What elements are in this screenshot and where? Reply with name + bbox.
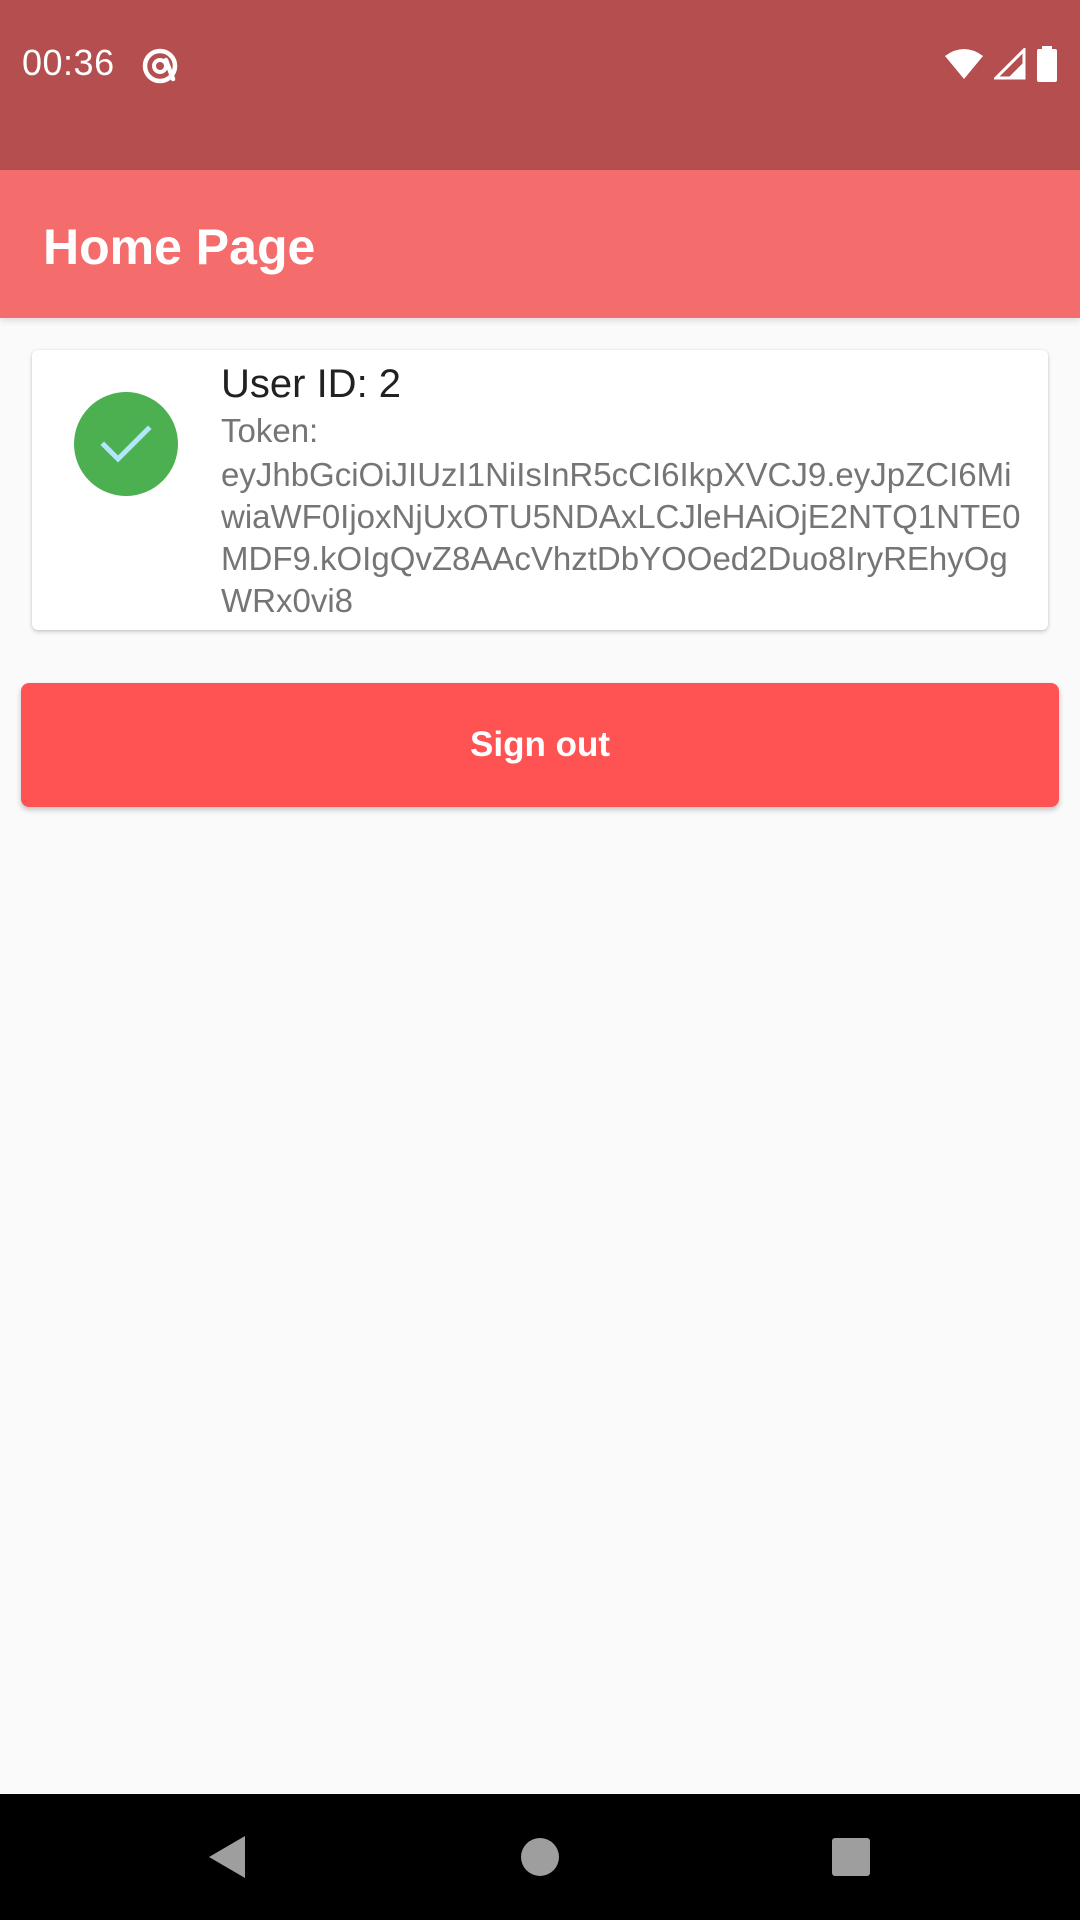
status-icons: [944, 45, 1058, 87]
token-label: Token:: [221, 412, 319, 449]
user-card: User ID: 2 Token: eyJhbGciOiJIUzI1NiIsIn…: [32, 350, 1048, 630]
status-time: 00:36: [22, 42, 115, 83]
check-icon: [100, 425, 152, 463]
user-id-text: User ID: 2: [221, 362, 402, 406]
navigation-bar: [0, 1794, 1080, 1920]
at-sign-icon: [140, 46, 180, 86]
battery-icon: [1036, 45, 1058, 87]
status-bar: 00:36: [0, 0, 1080, 170]
sign-out-label: Sign out: [470, 725, 610, 764]
back-icon[interactable]: [205, 1832, 255, 1882]
home-icon[interactable]: [516, 1832, 566, 1882]
cell-signal-icon: [992, 45, 1026, 85]
sign-out-button[interactable]: Sign out: [21, 683, 1059, 807]
avatar: [74, 392, 178, 496]
page-title: Home Page: [43, 219, 316, 275]
wifi-icon: [944, 48, 984, 85]
app-bar: Home Page: [0, 170, 1080, 318]
recents-icon[interactable]: [830, 1832, 880, 1882]
screen: 00:36 Home Page User ID: 2 Token: eyJhbG…: [0, 0, 1080, 1920]
token-value: eyJhbGciOiJIUzI1NiIsInR5cCI6IkpXVCJ9.eyJ…: [221, 456, 1021, 619]
